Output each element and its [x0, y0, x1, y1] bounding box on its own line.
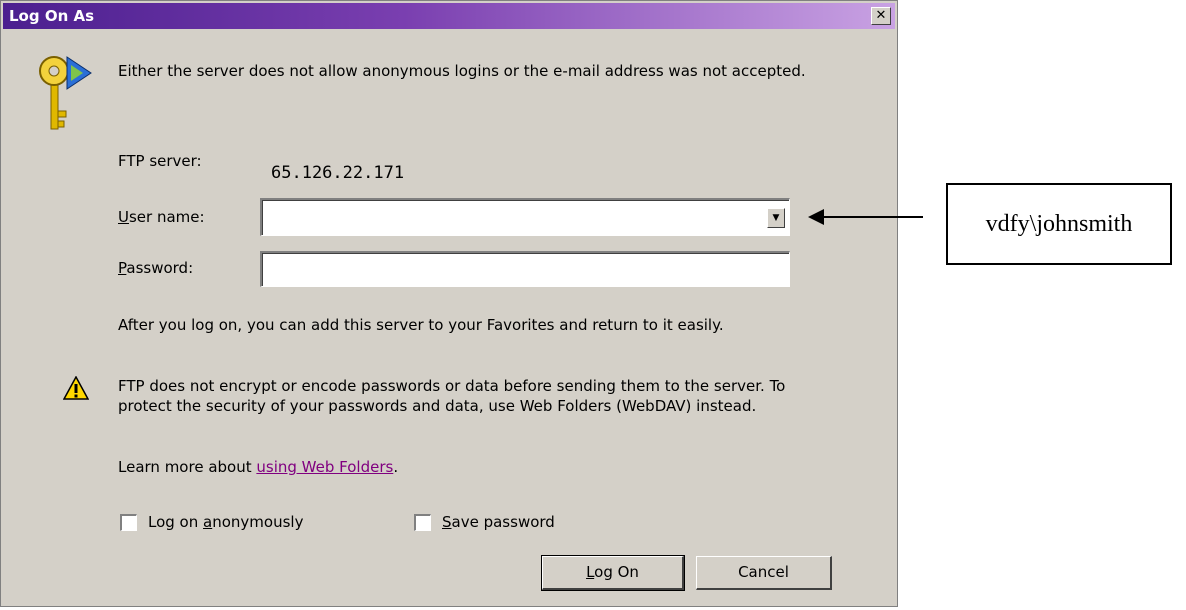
user-name-label: User name:: [118, 208, 205, 226]
cancel-button[interactable]: Cancel: [696, 556, 832, 590]
logon-label: og On: [594, 563, 639, 581]
user-name-accel: U: [118, 208, 129, 226]
save-password-label[interactable]: Save password: [442, 513, 555, 531]
logon-accel: L: [586, 563, 595, 581]
anonymous-label-pre: Log on: [148, 513, 204, 531]
password-label-text: assword:: [126, 259, 194, 277]
security-warning: FTP does not encrypt or encode passwords…: [118, 377, 786, 415]
annotation-text: vdfy\johnsmith: [985, 210, 1133, 237]
favorites-hint: After you log on, you can add this serve…: [118, 316, 724, 334]
anonymous-accel: a: [203, 513, 213, 531]
user-name-combobox[interactable]: ▼: [260, 198, 790, 236]
save-password-checkbox[interactable]: [414, 514, 431, 531]
dialog-title: Log On As: [9, 7, 95, 25]
learn-more-text: Learn more about using Web Folders.: [118, 458, 398, 476]
learn-more-prefix: Learn more about: [118, 458, 257, 476]
annotation-callout: vdfy\johnsmith: [946, 183, 1172, 265]
user-name-dropdown-button[interactable]: ▼: [767, 208, 785, 228]
user-name-label-text: ser name:: [128, 208, 205, 226]
learn-more-suffix: .: [393, 458, 399, 476]
annotation-arrow-head: [808, 209, 824, 225]
error-message: Either the server does not allow anonymo…: [118, 62, 806, 80]
keys-icon: [39, 56, 92, 130]
password-input[interactable]: [260, 251, 790, 287]
title-bar: Log On As ✕: [3, 3, 895, 29]
save-password-accel: S: [442, 513, 452, 531]
web-folders-link[interactable]: using Web Folders: [256, 458, 393, 476]
close-icon: ✕: [875, 8, 887, 23]
anonymous-label[interactable]: Log on anonymously: [148, 513, 303, 531]
chevron-down-icon: ▼: [772, 213, 780, 223]
anonymous-checkbox[interactable]: [120, 514, 137, 531]
ftp-server-label: FTP server:: [118, 152, 202, 170]
logon-button[interactable]: Log On: [541, 555, 685, 591]
password-label: Password:: [118, 259, 193, 277]
save-password-label-post: ave password: [451, 513, 555, 531]
anonymous-label-post: nonymously: [212, 513, 304, 531]
logon-dialog: Log On As ✕ Either the server does not a…: [0, 0, 898, 607]
ftp-server-value: 65.126.22.171: [271, 163, 405, 183]
annotation-arrow-line: [823, 216, 923, 218]
warning-icon: [63, 376, 89, 400]
close-button[interactable]: ✕: [871, 7, 891, 25]
